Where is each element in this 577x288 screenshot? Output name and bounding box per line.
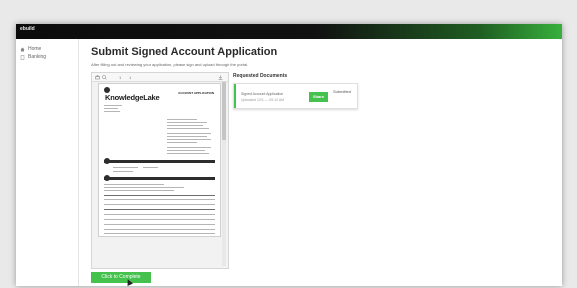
doc-section-bar: [104, 177, 215, 180]
doc-table-line: [104, 214, 215, 215]
document-icon: [20, 54, 25, 60]
card-accent: [234, 84, 236, 108]
doc-line: [167, 142, 197, 143]
brand-logo[interactable]: ebuild: [20, 26, 35, 32]
page-instructions: After filling out and reviewing your app…: [91, 62, 249, 67]
doc-table-line: [104, 199, 215, 200]
doc-line: [113, 167, 138, 168]
doc-line: [167, 133, 211, 134]
doc-line: [167, 122, 207, 123]
sidebar: Home Banking: [16, 39, 79, 286]
requested-documents-title: Requested Documents: [233, 73, 288, 79]
doc-line: [167, 147, 211, 148]
doc-table-line: [104, 229, 215, 230]
pdf-page: KnowledgeLake ACCOUNT APPLICATION: [98, 83, 221, 237]
doc-line: [104, 184, 164, 185]
doc-line: [113, 171, 133, 172]
doc-line: [167, 139, 211, 140]
document-logo: KnowledgeLake: [105, 93, 160, 102]
main-content: Submit Signed Account Application After …: [90, 39, 560, 286]
page-title: Submit Signed Account Application: [91, 46, 278, 58]
page-indicator[interactable]: 1: [119, 75, 121, 80]
doc-section-marker: [104, 175, 110, 181]
status-badge: Submitted: [333, 89, 352, 94]
doc-table-line: [104, 209, 215, 210]
top-bar: ebuild: [16, 24, 562, 39]
doc-table-line: [104, 224, 215, 225]
doc-section-bar: [104, 160, 215, 163]
doc-section-marker: [104, 158, 110, 164]
sidebar-item-label: Home: [28, 46, 42, 52]
doc-table-line: [104, 195, 215, 196]
requested-document-subtext: Uploaded 12/1 — 09:12 AM: [241, 98, 285, 102]
viewer-scrollbar-thumb[interactable]: [222, 82, 226, 140]
requested-document-card[interactable]: Signed Account Application Uploaded 12/1…: [233, 83, 358, 109]
viewer-scrollbar[interactable]: [222, 82, 226, 266]
sidebar-item-home[interactable]: Home: [20, 46, 41, 52]
document-title: ACCOUNT APPLICATION: [178, 91, 214, 95]
doc-table-line: [104, 233, 215, 234]
page-total: 1: [129, 75, 132, 80]
pdf-viewer[interactable]: 1 1 KnowledgeLake ACCOUNT APPLICATION: [91, 72, 229, 269]
doc-line: [167, 150, 205, 151]
doc-line: [167, 119, 197, 120]
doc-line: [167, 125, 203, 126]
doc-line: [104, 190, 174, 191]
doc-line: [104, 111, 120, 112]
doc-line: [167, 128, 209, 129]
doc-line: [104, 108, 118, 109]
doc-table-line: [104, 204, 215, 205]
doc-line: [104, 187, 184, 188]
viewer-toolbar: 1 1: [92, 73, 228, 82]
complete-button[interactable]: Click to Complete: [91, 272, 151, 283]
download-icon[interactable]: [218, 75, 223, 81]
sidebar-item-label: Banking: [28, 54, 47, 60]
doc-line: [167, 136, 207, 137]
doc-line: [167, 153, 209, 154]
search-icon[interactable]: [102, 75, 107, 81]
doc-line: [104, 105, 122, 106]
app-window: ebuild Home Banking Submit Signed Accoun…: [16, 24, 562, 286]
requested-document-name: Signed Account Application: [241, 92, 284, 96]
print-icon[interactable]: [95, 75, 100, 81]
home-icon: [20, 47, 25, 52]
share-button[interactable]: Share: [309, 92, 328, 102]
doc-table-line: [104, 219, 215, 220]
doc-line: [143, 167, 158, 168]
sidebar-item-banking[interactable]: Banking: [20, 54, 46, 60]
